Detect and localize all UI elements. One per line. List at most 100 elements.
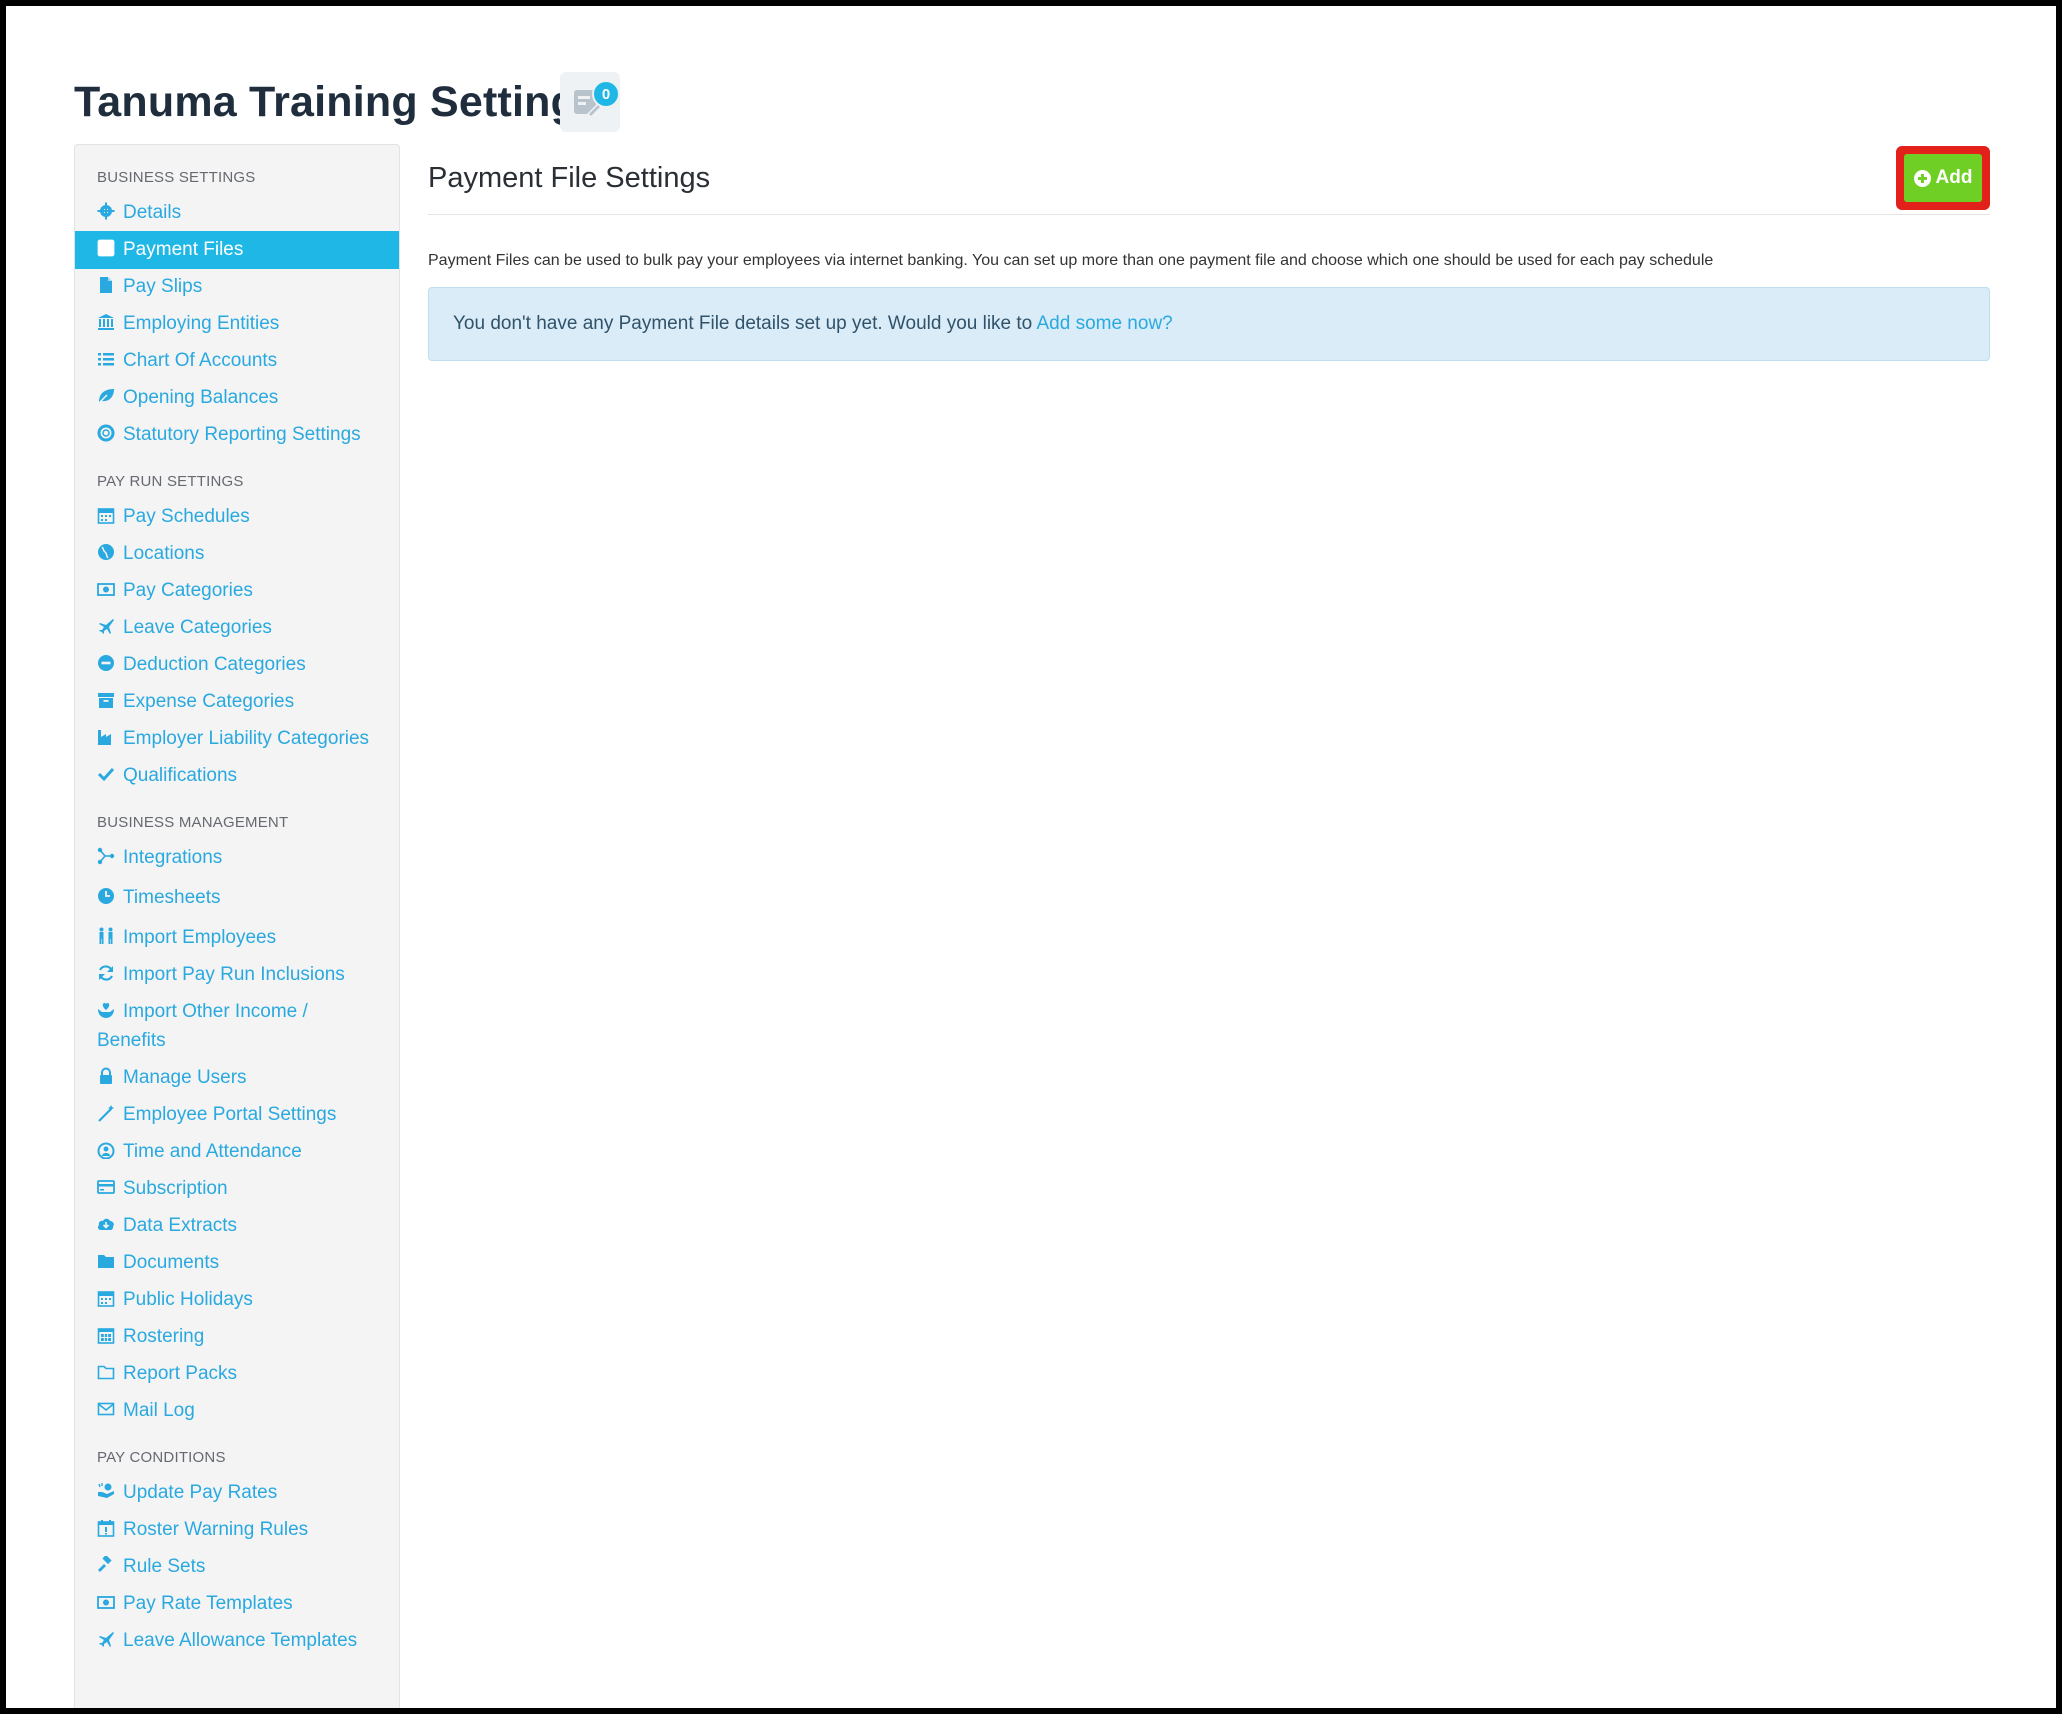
sidebar-item-data-extracts[interactable]: Data Extracts	[97, 1211, 387, 1240]
sidebar-item-mail-log[interactable]: Mail Log	[97, 1396, 387, 1425]
money-icon	[97, 1593, 115, 1611]
minus-circle-icon	[97, 654, 115, 672]
app-window: Tanuma Training Settings 0 BUSINESS SETT…	[6, 6, 2056, 1708]
sidebar-item-label: Expense Categories	[123, 691, 295, 712]
share-nodes-icon	[97, 847, 115, 865]
sidebar-item-label: Qualifications	[123, 765, 238, 786]
sidebar-item-employing-entities[interactable]: Employing Entities	[97, 309, 387, 338]
sidebar-item-rule-sets[interactable]: Rule Sets	[97, 1552, 387, 1581]
calendar-grid-icon	[97, 1326, 115, 1344]
clock-icon	[97, 887, 115, 905]
sidebar-item-label: Mail Log	[123, 1400, 195, 1421]
sidebar-item-import-other-income-benefits[interactable]: Import Other Income / Benefits	[97, 997, 387, 1055]
sidebar-item-label: Pay Schedules	[123, 506, 250, 527]
archive-icon	[97, 691, 115, 709]
sidebar-item-rostering[interactable]: Rostering	[97, 1322, 387, 1351]
leaf-icon	[97, 387, 115, 405]
sidebar-item-opening-balances[interactable]: Opening Balances	[97, 383, 387, 412]
sidebar-item-label: Import Other Income /	[123, 1001, 308, 1022]
sidebar-item-label: Deduction Categories	[123, 654, 306, 675]
title-divider	[428, 214, 1990, 215]
sidebar-item-import-pay-run-inclusions[interactable]: Import Pay Run Inclusions	[97, 960, 387, 989]
sidebar-item-qualifications[interactable]: Qualifications	[97, 761, 387, 790]
sidebar-item-public-holidays[interactable]: Public Holidays	[97, 1285, 387, 1314]
sidebar-item-timesheets[interactable]: Timesheets	[97, 883, 387, 912]
sidebar-item-label: Subscription	[123, 1178, 228, 1199]
section-header-pay-conditions: PAY CONDITIONS	[97, 1449, 226, 1466]
sidebar-item-label: Rostering	[123, 1326, 205, 1347]
people-icon	[97, 927, 115, 945]
sidebar-item-label-continued: Benefits	[97, 1030, 166, 1051]
sidebar-item-pay-categories[interactable]: Pay Categories	[97, 576, 387, 605]
money-icon	[97, 580, 115, 598]
bank-icon	[97, 313, 115, 331]
sidebar-item-label: Roster Warning Rules	[123, 1519, 309, 1540]
calendar-icon	[97, 506, 115, 524]
calendar-alert-icon	[97, 1519, 115, 1537]
sidebar-item-pay-rate-templates[interactable]: Pay Rate Templates	[97, 1589, 387, 1618]
empty-state-text: You don't have any Payment File details …	[453, 313, 1037, 334]
sidebar-item-pay-slips[interactable]: Pay Slips	[97, 272, 387, 301]
cloud-download-icon	[97, 1215, 115, 1233]
content-title: Payment File Settings	[428, 162, 711, 194]
wand-icon	[97, 1104, 115, 1122]
sidebar-item-label: Report Packs	[123, 1363, 238, 1384]
lock-icon	[97, 1067, 115, 1085]
sidebar-item-roster-warning-rules[interactable]: Roster Warning Rules	[97, 1515, 387, 1544]
notes-button[interactable]: 0	[560, 72, 620, 132]
sidebar-item-documents[interactable]: Documents	[97, 1248, 387, 1277]
section-header-pay-run-settings: PAY RUN SETTINGS	[97, 473, 244, 490]
sidebar-item-label: Locations	[123, 543, 205, 564]
sidebar-item-import-employees[interactable]: Import Employees	[97, 923, 387, 952]
section-header-business-management: BUSINESS MANAGEMENT	[97, 814, 289, 831]
sidebar-item-employer-liability-categories[interactable]: Employer Liability Categories	[97, 724, 387, 753]
plus-circle-icon	[1913, 169, 1931, 187]
sidebar-item-statutory-reporting-settings[interactable]: Statutory Reporting Settings	[97, 420, 387, 449]
sidebar-item-leave-categories[interactable]: Leave Categories	[97, 613, 387, 642]
sidebar-item-details[interactable]: Details	[97, 198, 387, 227]
gear-icon	[97, 202, 115, 220]
sidebar-item-manage-users[interactable]: Manage Users	[97, 1063, 387, 1092]
sidebar-item-label: Leave Allowance Templates	[123, 1630, 358, 1651]
sidebar-item-label: Payment Files	[123, 239, 244, 260]
globe-icon	[97, 543, 115, 561]
sidebar-item-label: Statutory Reporting Settings	[123, 424, 361, 445]
sidebar-item-label: Employer Liability Categories	[123, 728, 370, 749]
add-button-highlight: Add	[1896, 146, 1990, 210]
folder-icon	[97, 1252, 115, 1270]
sidebar-item-label: Employee Portal Settings	[123, 1104, 337, 1125]
sidebar-item-label: Leave Categories	[123, 617, 272, 638]
sidebar-item-subscription[interactable]: Subscription	[97, 1174, 387, 1203]
save-icon	[97, 239, 115, 257]
add-button[interactable]: Add	[1904, 154, 1982, 202]
sidebar-item-locations[interactable]: Locations	[97, 539, 387, 568]
hand-heart-icon	[97, 1001, 115, 1019]
sidebar-item-label: Details	[123, 202, 182, 223]
sidebar-item-expense-categories[interactable]: Expense Categories	[97, 687, 387, 716]
sidebar-item-label: Integrations	[123, 847, 223, 868]
sidebar-item-time-and-attendance[interactable]: Time and Attendance	[97, 1137, 387, 1166]
add-some-now-link[interactable]: Add some now?	[1036, 313, 1172, 334]
sidebar-item-label: Data Extracts	[123, 1215, 238, 1236]
list-icon	[97, 350, 115, 368]
sidebar-item-chart-of-accounts[interactable]: Chart Of Accounts	[97, 346, 387, 375]
sidebar-item-label: Rule Sets	[123, 1556, 206, 1577]
sidebar-item-update-pay-rates[interactable]: Update Pay Rates	[97, 1478, 387, 1507]
sidebar-item-label: Opening Balances	[123, 387, 279, 408]
sidebar-item-integrations[interactable]: Integrations	[97, 843, 387, 872]
file-icon	[97, 276, 115, 294]
sidebar-item-payment-files[interactable]: Payment Files	[75, 231, 399, 269]
sidebar-item-deduction-categories[interactable]: Deduction Categories	[97, 650, 387, 679]
check-icon	[97, 765, 115, 783]
sidebar-item-employee-portal-settings[interactable]: Employee Portal Settings	[97, 1100, 387, 1129]
sidebar-item-leave-allowance-templates[interactable]: Leave Allowance Templates	[97, 1626, 387, 1655]
empty-state-alert: You don't have any Payment File details …	[428, 287, 1990, 361]
envelope-icon	[97, 1400, 115, 1418]
sidebar-item-label: Update Pay Rates	[123, 1482, 278, 1503]
sidebar-item-pay-schedules[interactable]: Pay Schedules	[97, 502, 387, 531]
description-text: Payment Files can be used to bulk pay yo…	[428, 252, 1714, 269]
sidebar-item-report-packs[interactable]: Report Packs	[97, 1359, 387, 1388]
sidebar-item-label: Time and Attendance	[123, 1141, 302, 1162]
plane-icon	[97, 617, 115, 635]
sidebar-item-label: Import Employees	[123, 927, 277, 948]
